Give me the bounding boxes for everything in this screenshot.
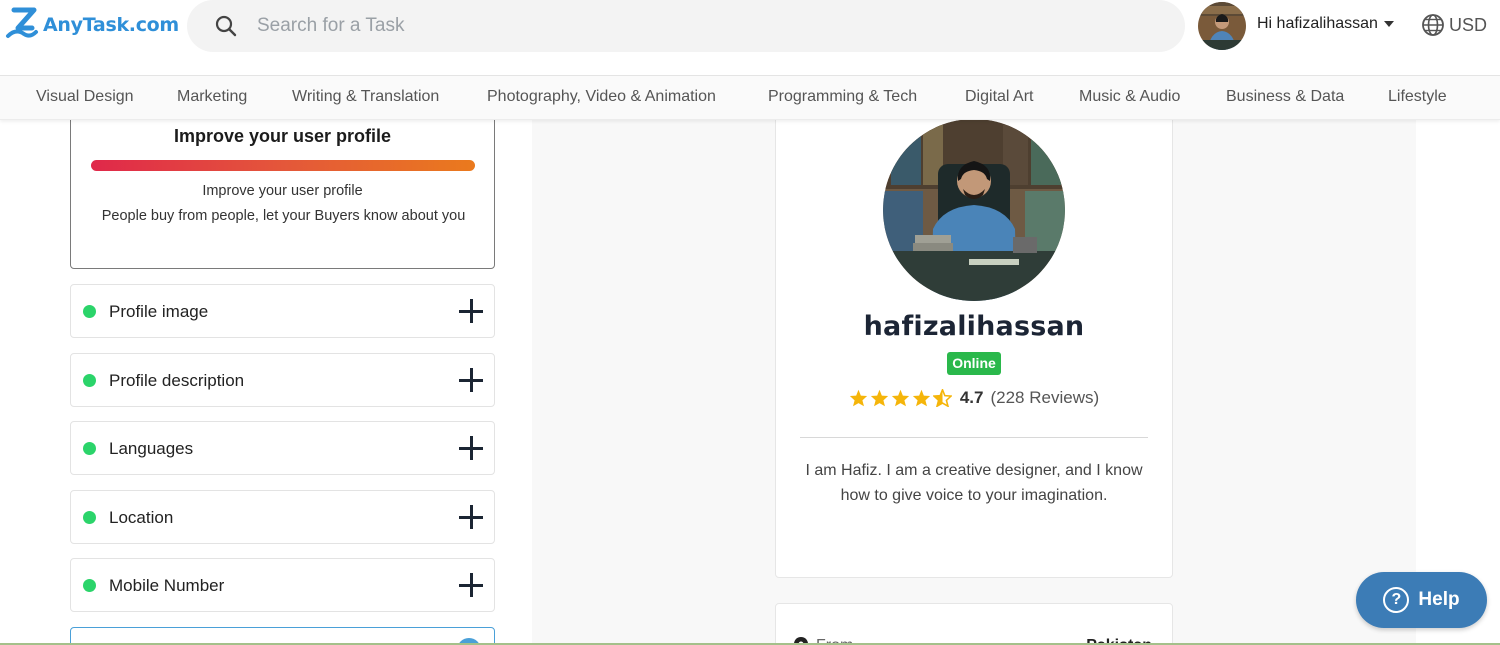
profile-item-location[interactable]: Location xyxy=(70,490,495,544)
plus-icon[interactable] xyxy=(459,436,483,460)
currency-selector[interactable]: USD xyxy=(1421,13,1487,37)
profile-item-label: Mobile Number xyxy=(109,576,225,595)
profile-username: hafizalihassan xyxy=(863,311,1085,342)
category-digital-art[interactable]: Digital Art xyxy=(965,88,1033,106)
question-icon: ? xyxy=(1383,587,1410,613)
category-nav: Visual Design Marketing Writing & Transl… xyxy=(0,76,1500,120)
status-dot xyxy=(83,579,96,592)
logo[interactable]: AnyTask.com xyxy=(4,6,179,44)
search-icon[interactable] xyxy=(215,15,237,37)
improve-profile-description: People buy from people, let your Buyers … xyxy=(101,208,466,224)
category-visual-design[interactable]: Visual Design xyxy=(36,88,134,106)
plus-icon[interactable] xyxy=(459,368,483,392)
status-dot xyxy=(83,511,96,524)
profile-item-profile-description[interactable]: Profile description xyxy=(70,353,495,407)
help-button[interactable]: ? Help xyxy=(1356,572,1487,628)
star-icon xyxy=(849,389,867,407)
category-marketing[interactable]: Marketing xyxy=(177,88,247,106)
star-icon xyxy=(891,389,909,407)
profile-card: hafizalihassan Online 4.7 (228 Reviews) … xyxy=(775,108,1173,578)
top-header: AnyTask.com Hi hafizalihassan xyxy=(0,0,1500,76)
profile-rating: 4.7 (228 Reviews) xyxy=(776,388,1172,408)
user-greeting: Hi hafizalihassan xyxy=(1257,15,1378,32)
star-icon xyxy=(870,389,888,407)
status-dot xyxy=(83,374,96,387)
help-label: Help xyxy=(1418,589,1460,610)
category-lifestyle[interactable]: Lifestyle xyxy=(1388,88,1447,106)
search-bar[interactable] xyxy=(187,0,1185,52)
category-photography-video-animation[interactable]: Photography, Video & Animation xyxy=(487,88,716,106)
online-status-badge: Online xyxy=(947,352,1001,375)
category-business-data[interactable]: Business & Data xyxy=(1226,88,1344,106)
plus-icon[interactable] xyxy=(459,505,483,529)
status-dot xyxy=(83,305,96,318)
rating-value: 4.7 xyxy=(959,388,984,407)
currency-label: USD xyxy=(1449,14,1488,35)
profile-item-label: Profile image xyxy=(109,302,209,321)
category-writing-translation[interactable]: Writing & Translation xyxy=(292,88,439,106)
improve-profile-title: Improve your user profile xyxy=(173,126,392,146)
improve-profile-subtitle: Improve your user profile xyxy=(202,183,363,199)
user-avatar[interactable] xyxy=(1198,2,1246,50)
status-dot xyxy=(83,442,96,455)
plus-icon[interactable] xyxy=(459,573,483,597)
profile-item-label: Profile description xyxy=(109,371,245,390)
profile-bio: I am Hafiz. I am a creative designer, an… xyxy=(805,462,1143,504)
globe-icon xyxy=(1422,14,1444,36)
logo-text: AnyTask.com xyxy=(43,14,179,36)
profile-divider xyxy=(800,437,1148,438)
category-programming-tech[interactable]: Programming & Tech xyxy=(768,88,917,106)
profile-item-label: Languages xyxy=(109,439,194,458)
review-count[interactable]: (228 Reviews) xyxy=(990,388,1099,408)
profile-item-label: Location xyxy=(109,508,174,527)
search-input[interactable] xyxy=(257,0,1157,52)
plus-icon[interactable] xyxy=(459,299,483,323)
profile-item-profile-image[interactable]: Profile image xyxy=(70,284,495,338)
star-half-icon xyxy=(932,389,952,407)
improve-profile-card: Improve your user profile Improve your u… xyxy=(70,108,495,269)
profile-details-card: From Pakistan xyxy=(775,603,1173,645)
user-menu[interactable]: Hi hafizalihassan xyxy=(1257,15,1394,33)
profile-item-languages[interactable]: Languages xyxy=(70,421,495,475)
star-icon xyxy=(912,389,930,407)
caret-down-icon xyxy=(1383,21,1394,27)
logo-icon xyxy=(6,7,38,38)
category-music-audio[interactable]: Music & Audio xyxy=(1079,88,1180,106)
profile-progress-bar xyxy=(91,160,475,171)
rating-stars xyxy=(849,389,952,407)
profile-item-mobile-number[interactable]: Mobile Number xyxy=(70,558,495,612)
profile-avatar[interactable] xyxy=(883,119,1065,301)
